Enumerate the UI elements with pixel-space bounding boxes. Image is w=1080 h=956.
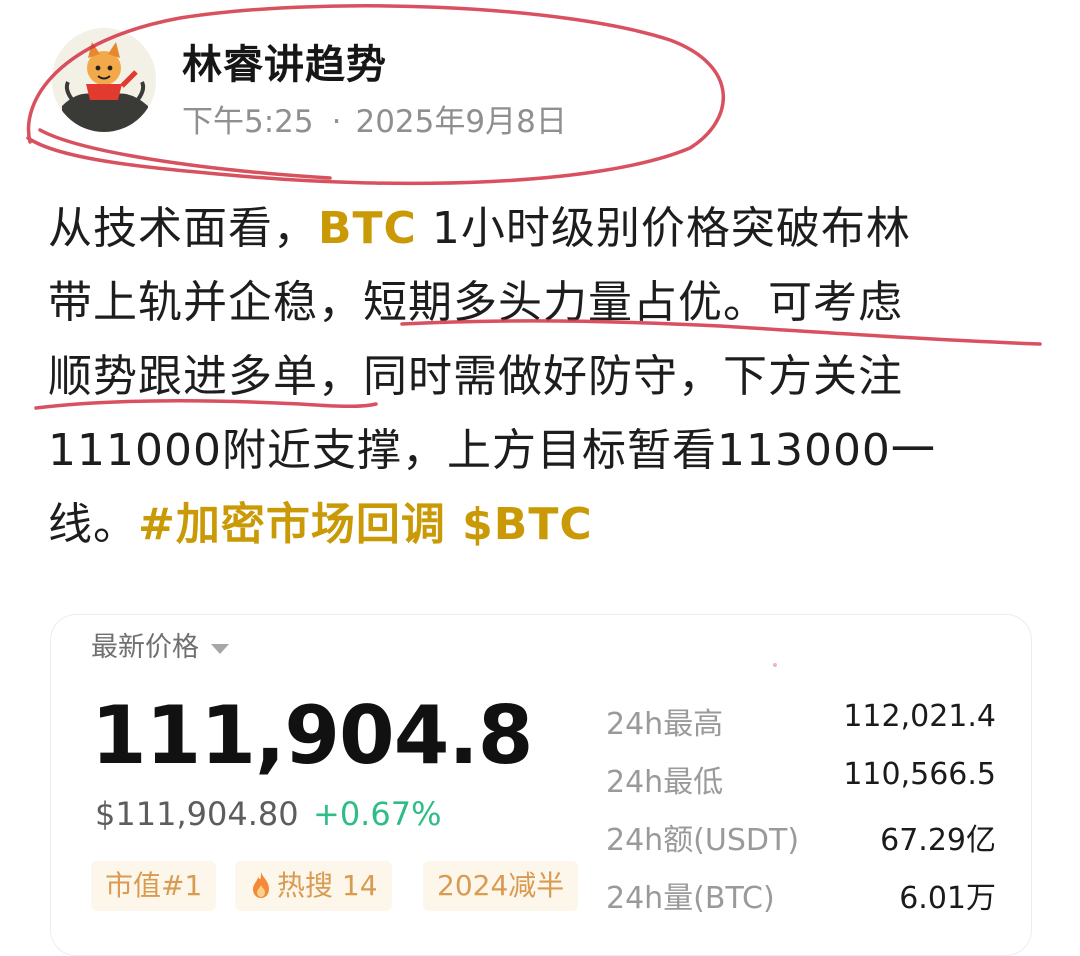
meta-separator: · — [331, 104, 342, 140]
usd-price: $111,904.80 — [95, 795, 299, 833]
price-change: +0.67% — [313, 795, 442, 833]
post-text: 从技术面看， — [48, 203, 318, 254]
post-text: 1小时级别价格突破布林 — [416, 203, 911, 254]
btc-symbol-link[interactable]: BTC — [318, 203, 417, 254]
stats-panel: 24h最高 112,021.4 24h最低 110,566.5 24h额(USD… — [606, 699, 996, 931]
stat-label: 24h最高 — [606, 707, 724, 742]
flame-icon — [253, 872, 269, 898]
stat-label: 24h量(BTC) — [606, 881, 775, 916]
caret-down-icon — [211, 643, 229, 654]
hashtag-link[interactable]: #加密市场回调 $BTC — [138, 499, 593, 550]
stat-row-low: 24h最低 110,566.5 — [606, 757, 996, 815]
post-text: 带上轨并企稳，短期多头力量占优。可考虑 — [48, 277, 903, 328]
post-text: 顺势跟进多单，同时需做好防守，下方关注 — [48, 351, 903, 402]
post-meta: 下午5:25 · 2025年9月8日 — [182, 96, 567, 141]
post-line: 111000附近支撑，上方目标暂看113000一 — [48, 414, 1038, 488]
post-line: 线。#加密市场回调 $BTC — [48, 488, 1038, 562]
stat-value: 112,021.4 — [843, 699, 996, 734]
stat-value: 110,566.5 — [843, 757, 996, 792]
avatar-image — [52, 28, 156, 132]
author-name[interactable]: 林睿讲趋势 — [182, 32, 387, 90]
price-selector[interactable]: 最新价格 — [91, 625, 229, 664]
stat-row-volume: 24h量(BTC) 6.01万 — [606, 873, 996, 931]
tag-label: 热搜 14 — [277, 869, 378, 902]
tag-halving[interactable]: 2024减半 — [423, 861, 579, 911]
post-date: 2025年9月8日 — [355, 104, 567, 140]
tag-label: 市值#1 — [105, 869, 203, 902]
decor-dot — [773, 663, 777, 667]
post-line: 从技术面看，BTC 1小时级别价格突破布林 — [48, 192, 1038, 266]
stat-row-high: 24h最高 112,021.4 — [606, 699, 996, 757]
stat-value: 6.01万 — [899, 881, 996, 916]
post-text: 线。 — [48, 499, 138, 550]
post-body: 从技术面看，BTC 1小时级别价格突破布林 带上轨并企稳，短期多头力量占优。可考… — [48, 192, 1038, 562]
stat-label: 24h额(USDT) — [606, 823, 800, 858]
stat-label: 24h最低 — [606, 765, 724, 800]
price-title: 最新价格 — [91, 632, 199, 663]
last-price: 111,904.8 — [91, 689, 533, 782]
tag-hot-search[interactable]: 热搜 14 — [235, 861, 392, 911]
tag-market-cap[interactable]: 市值#1 — [91, 861, 217, 911]
stat-value: 67.29亿 — [880, 823, 996, 858]
post-text: 111000附近支撑，上方目标暂看113000一 — [48, 425, 936, 476]
author-avatar[interactable] — [52, 28, 156, 132]
ticker-card[interactable]: 最新价格 111,904.8 $111,904.80 +0.67% 市值#1 热… — [50, 614, 1032, 956]
post-time: 下午5:25 — [182, 104, 314, 140]
post-line: 顺势跟进多单，同时需做好防守，下方关注 — [48, 340, 1038, 414]
tag-label: 2024减半 — [437, 869, 565, 902]
stat-row-turnover: 24h额(USDT) 67.29亿 — [606, 815, 996, 873]
post-line: 带上轨并企稳，短期多头力量占优。可考虑 — [48, 266, 1038, 340]
